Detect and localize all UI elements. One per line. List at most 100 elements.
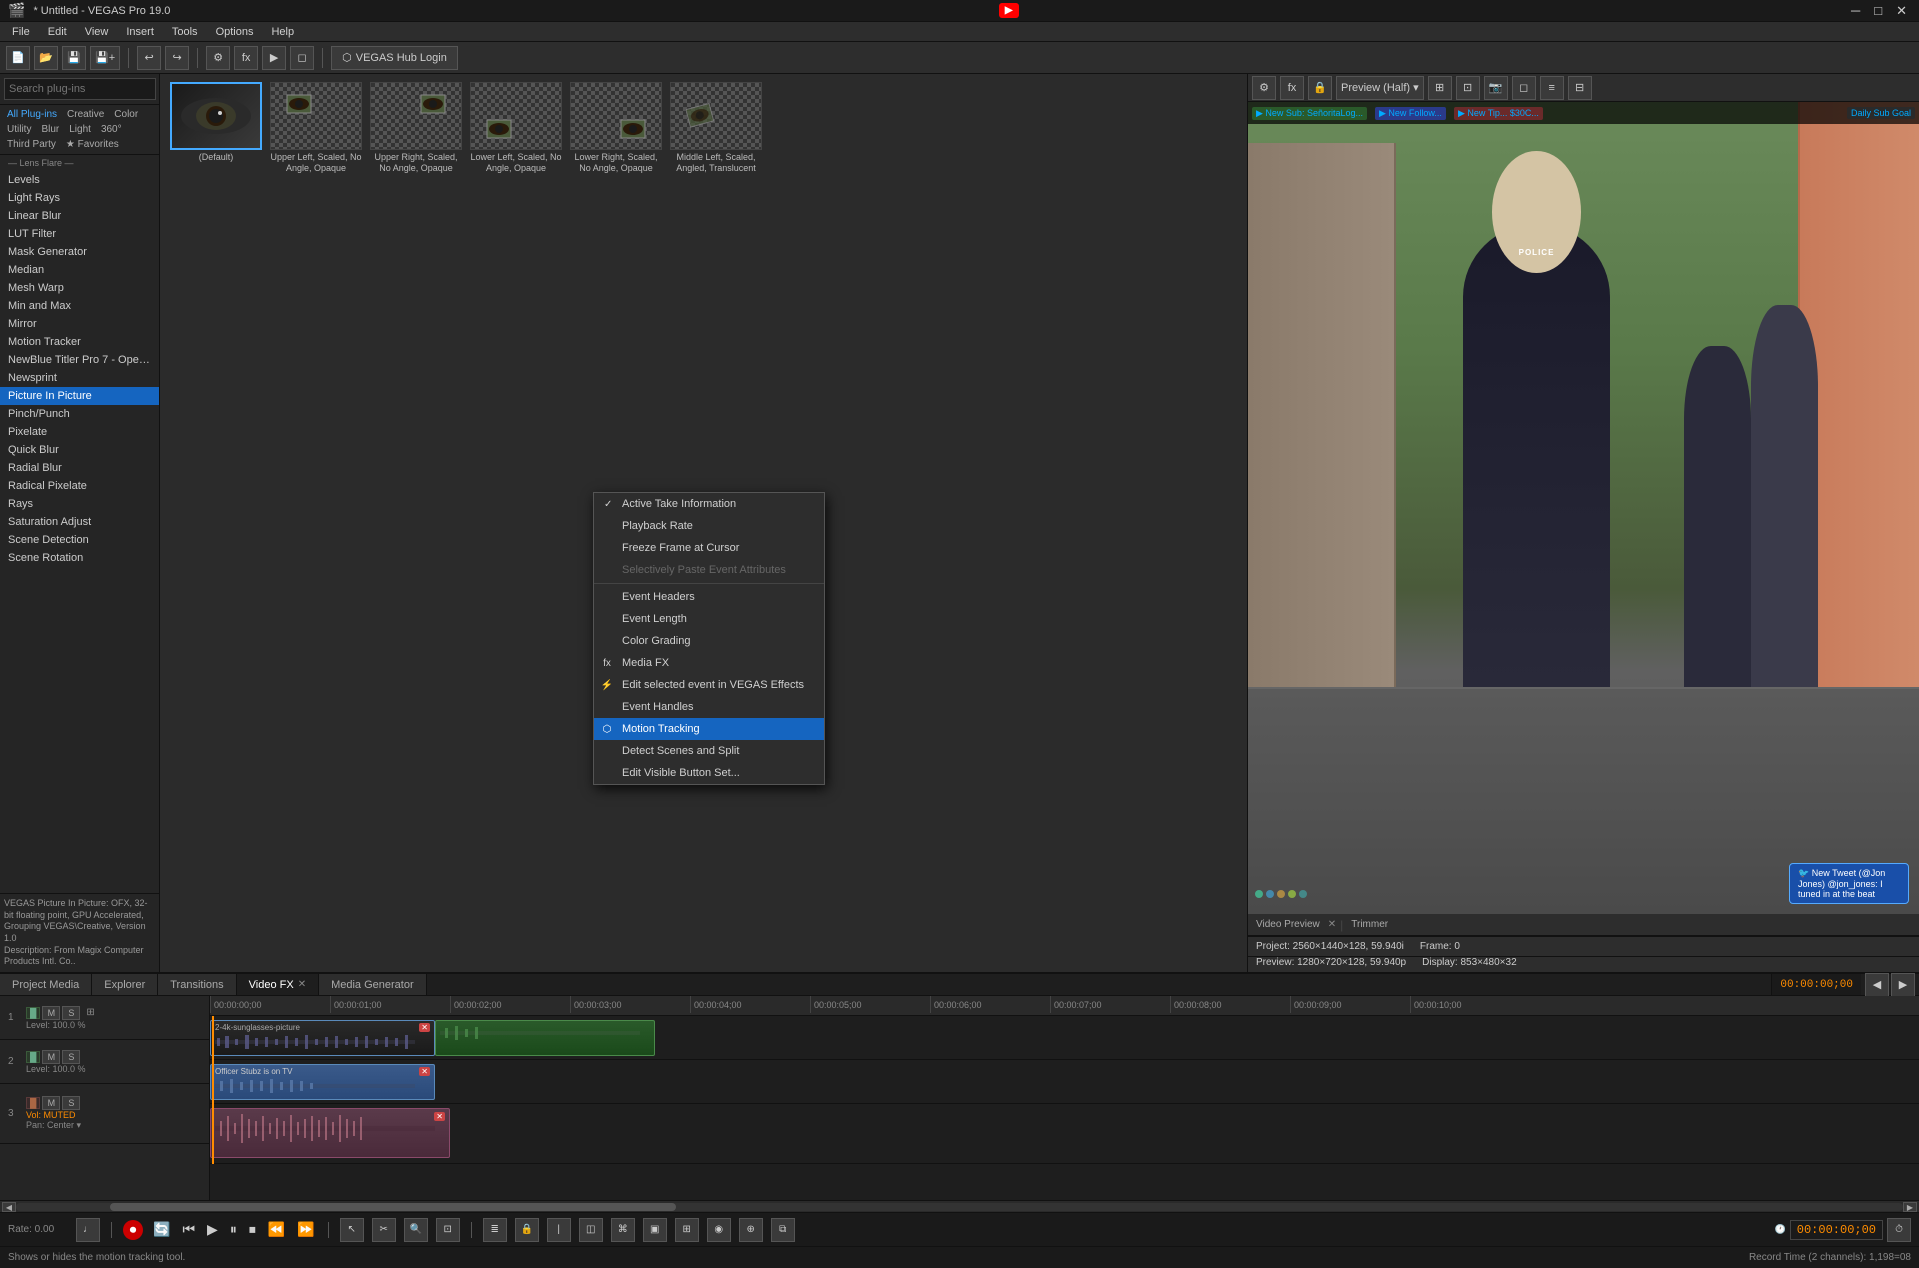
effect-lower-left[interactable]: Lower Left, Scaled, No Angle, Opaque [468,82,564,964]
ctx-edit-button-set[interactable]: Edit Visible Button Set... [594,762,824,784]
plugin-mesh-warp[interactable]: Mesh Warp [0,279,159,297]
preview-extra1[interactable]: ≡ [1540,76,1564,100]
clip-sunglasses[interactable]: 2-4k-sunglasses-picture [210,1020,435,1056]
plugin-motion-tracker[interactable]: Motion Tracker [0,333,159,351]
plugin-lut-filter[interactable]: LUT Filter [0,225,159,243]
video-preview-tab[interactable]: Video Preview [1252,919,1324,930]
track2-color[interactable]: █ [26,1051,40,1063]
ctx-event-handles[interactable]: Event Handles [594,696,824,718]
track1-expand[interactable]: ⊞ [86,1007,94,1018]
timeline-tracks[interactable]: 00:00:00;00 00:00:01;00 00:00:02;00 00:0… [210,996,1919,1200]
track2-solo-btn[interactable]: S [62,1050,80,1064]
track1-solo-btn[interactable]: S [62,1006,80,1020]
plugin-radical-pixelate[interactable]: Radical Pixelate [0,477,159,495]
lock-btn[interactable]: 🔒 [515,1218,539,1242]
tab-transitions[interactable]: Transitions [158,974,236,995]
tab-creative[interactable]: Creative [63,108,108,121]
menu-help[interactable]: Help [263,24,302,40]
clip-tv[interactable]: Officer Stubz is on TV [210,1064,435,1100]
preview-close-btn[interactable]: ✕ [1328,919,1336,930]
plugin-pip[interactable]: Picture In Picture [0,387,159,405]
snap-tool[interactable]: ⊡ [436,1218,460,1242]
auto-ripple[interactable]: ≣ [483,1218,507,1242]
preview-snap-btn[interactable]: ⊡ [1456,76,1480,100]
marker-btn[interactable]: | [547,1218,571,1242]
menu-edit[interactable]: Edit [40,24,75,40]
ctx-active-take[interactable]: Active Take Information [594,493,824,515]
ctx-playback-rate[interactable]: Playback Rate [594,515,824,537]
preview-display-btn[interactable]: ◻ [1512,76,1536,100]
track1-color[interactable]: █ [26,1007,40,1019]
preview-settings-btn[interactable]: ⚙ [1252,76,1276,100]
menu-file[interactable]: File [4,24,38,40]
tab-utility[interactable]: Utility [3,123,35,136]
plugin-light-rays[interactable]: Light Rays [0,189,159,207]
ctx-motion-tracking[interactable]: ⬡ Motion Tracking [594,718,824,740]
tab-favorites[interactable]: ★ Favorites [62,138,123,151]
preview-extra2[interactable]: ⊟ [1568,76,1592,100]
extra-btn4[interactable]: ⊕ [739,1218,763,1242]
zoom-tool[interactable]: 🔍 [404,1218,428,1242]
clip-green[interactable] [435,1020,655,1056]
plugin-pinch-punch[interactable]: Pinch/Punch [0,405,159,423]
clip-audio[interactable]: ✕ [210,1108,450,1158]
preview-grid-btn[interactable]: ⊞ [1428,76,1452,100]
tab-project-media[interactable]: Project Media [0,974,92,995]
cmd-btn[interactable]: ⌘ [611,1218,635,1242]
menu-options[interactable]: Options [208,24,262,40]
menu-view[interactable]: View [77,24,117,40]
tab-blur[interactable]: Blur [37,123,63,136]
track3-mute-btn[interactable]: M [42,1096,60,1110]
play-btn[interactable]: ▶ [205,1221,220,1238]
save-as-btn[interactable]: 💾+ [90,46,120,70]
loop-btn[interactable]: 🔄 [151,1221,172,1238]
tab-video-fx[interactable]: Video FX ✕ [237,974,319,995]
select-tool[interactable]: ↖ [340,1218,364,1242]
tab-color[interactable]: Color [110,108,142,121]
plugin-item[interactable]: — Lens Flare — [0,155,159,171]
timeline-scroll-right[interactable]: ▶ [1891,973,1915,997]
hub-login-btn[interactable]: ⬡ VEGAS Hub Login [331,46,458,70]
plugin-pixelate[interactable]: Pixelate [0,423,159,441]
plugin-mask-generator[interactable]: Mask Generator [0,243,159,261]
trimmer-tab[interactable]: Trimmer [1347,919,1392,930]
tab-all[interactable]: All Plug-ins [3,108,61,121]
plugin-linear-blur[interactable]: Linear Blur [0,207,159,225]
track2-row[interactable]: Officer Stubz is on TV [210,1060,1919,1104]
effect-default[interactable]: (Default) [168,82,264,964]
effect-upper-right[interactable]: Upper Right, Scaled, No Angle, Opaque [368,82,464,964]
undo-btn[interactable]: ↩ [137,46,161,70]
fx-btn[interactable]: fx [234,46,258,70]
settings-btn[interactable]: ⚙ [206,46,230,70]
plugin-median[interactable]: Median [0,261,159,279]
extra-btn2[interactable]: ⊞ [675,1218,699,1242]
plugin-mirror[interactable]: Mirror [0,315,159,333]
timeline-scrollbar[interactable]: ◀ ▶ [0,1200,1919,1212]
close-btn[interactable]: ✕ [1892,3,1911,19]
tab-explorer[interactable]: Explorer [92,974,158,995]
preview-mode-btn[interactable]: ◻ [290,46,314,70]
minimize-btn[interactable]: ─ [1847,3,1864,19]
save-btn[interactable]: 💾 [62,46,86,70]
youtube-btn[interactable]: ▶ [999,3,1019,18]
extra-btn3[interactable]: ◉ [707,1218,731,1242]
tab-light[interactable]: Light [65,123,95,136]
plugin-radial-blur[interactable]: Radial Blur [0,459,159,477]
preview-mode-dropdown[interactable]: Preview (Half) ▾ [1336,76,1424,100]
ctx-event-length[interactable]: Event Length [594,608,824,630]
preview-shot-btn[interactable]: 📷 [1484,76,1508,100]
track1-mute-btn[interactable]: M [42,1006,60,1020]
prev-frame-btn[interactable]: ⏮ [180,1221,197,1238]
timecode-settings[interactable]: ⏱ [1887,1218,1911,1242]
extra-btn5[interactable]: ⧉ [771,1218,795,1242]
ctx-detect-scenes[interactable]: Detect Scenes and Split [594,740,824,762]
plugin-scene-rotation[interactable]: Scene Rotation [0,549,159,567]
plugin-newsprint[interactable]: Newsprint [0,369,159,387]
track2-mute-btn[interactable]: M [42,1050,60,1064]
stop-btn[interactable]: ⏹ [247,1221,258,1238]
tab-third-party[interactable]: Third Party [3,138,60,151]
scroll-track[interactable] [16,1203,1903,1211]
ctx-event-headers[interactable]: Event Headers [594,586,824,608]
menu-insert[interactable]: Insert [118,24,162,40]
scroll-thumb[interactable] [110,1203,676,1211]
